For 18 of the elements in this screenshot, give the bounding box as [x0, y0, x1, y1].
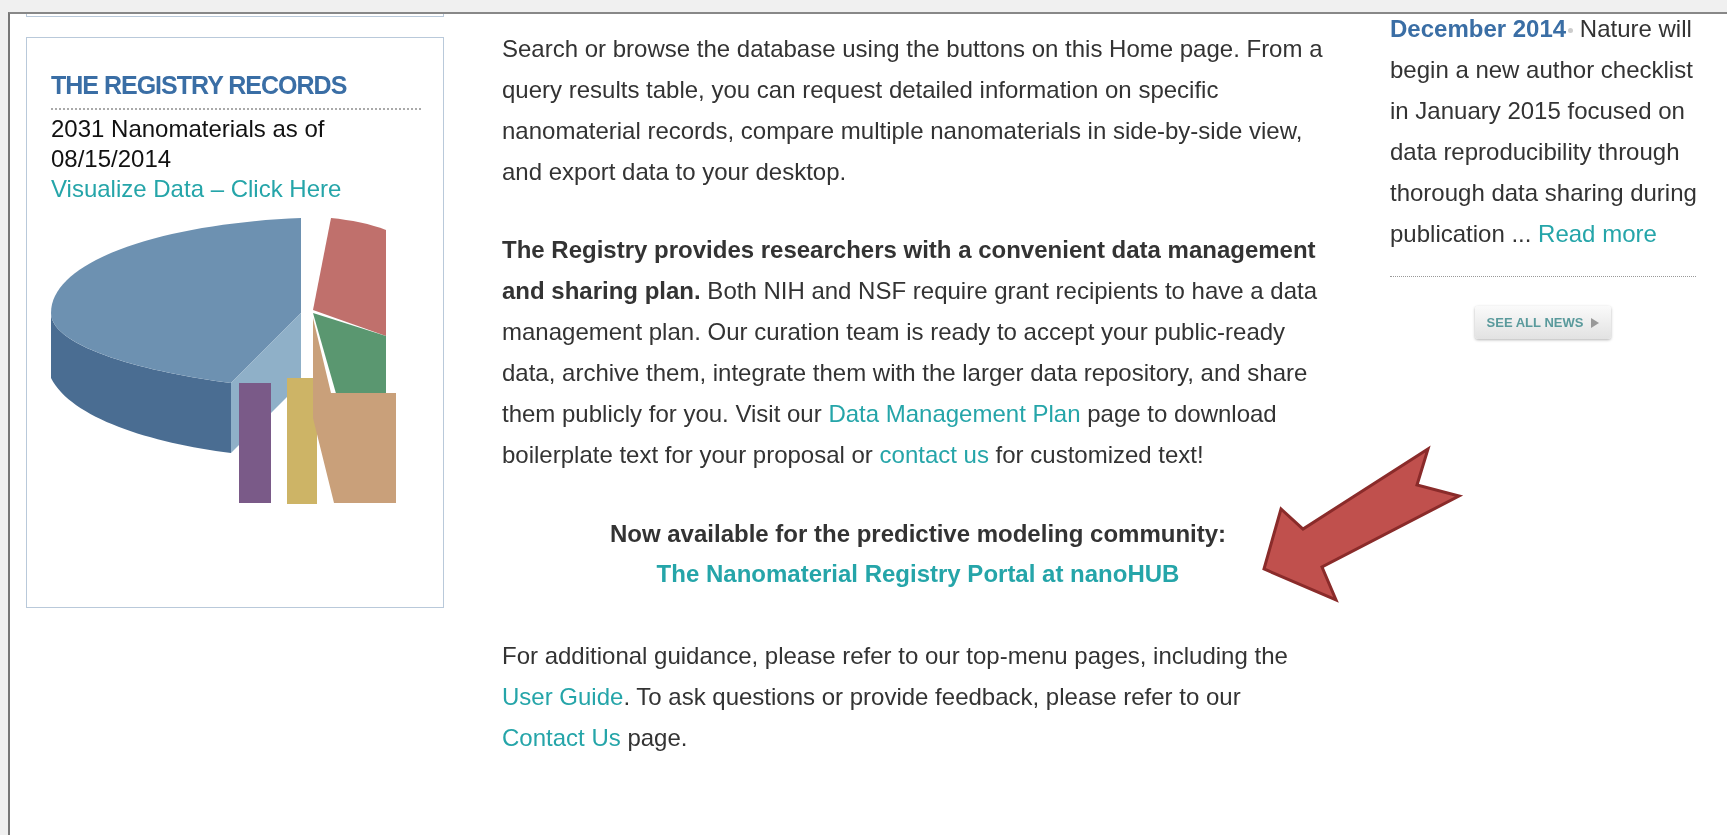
visualize-link[interactable]: Visualize Data – Click Here [51, 174, 342, 204]
read-more-link[interactable]: Read more [1538, 220, 1657, 247]
see-all-news-button[interactable]: SEE ALL NEWS [1474, 306, 1612, 339]
paragraph: Search or browse the database using the buttons on this Home page. From a query results table, you can request detailed information on specific nanomaterial records, compare multiple nanomaterials in side-by-side view, and export data to your desktop. [502, 34, 1324, 187]
record-count: 2031 Nanomaterials as of 08/15/2014 [51, 114, 326, 174]
announcement-text: Now available for the predictive modeling community: [609, 519, 1227, 549]
link[interactable]: Contact Us [502, 724, 621, 751]
link[interactable]: User Guide [502, 683, 624, 710]
card-title: THE REGISTRY RECORDS [51, 70, 347, 101]
link[interactable]: Data Management Plan [828, 400, 1081, 427]
bullet-icon [1568, 28, 1574, 34]
portal-link[interactable]: The Nanomaterial Registry Portal at nanoHUB [656, 554, 1180, 594]
link[interactable]: contact us [879, 441, 989, 468]
news-item: December 2014 Nature will begin a new author checklist in January 2015 focused on data reproducibility through thorough data sharing during publication ... Read more [1390, 14, 1698, 249]
caret-icon [1591, 317, 1600, 328]
paragraph: For additional guidance, please refer to our top-menu pages, including the User Guide. To ask questions or provide feedback, please refer to our Contact Us page. [502, 641, 1289, 753]
news-date-link[interactable]: December 2014 [1390, 15, 1567, 42]
paragraph: The Registry provides researchers with a convenient data management and sharing plan. Both NIH and NSF require grant recipients to have a data management plan. Our curation team is ready to accept your public-ready data, archive them, integrate them with the larger data repository, and share them publicly for you. Visit our Data Management Plan page to download boilerplate text for your proposal or contact us for customized text! [502, 235, 1319, 470]
